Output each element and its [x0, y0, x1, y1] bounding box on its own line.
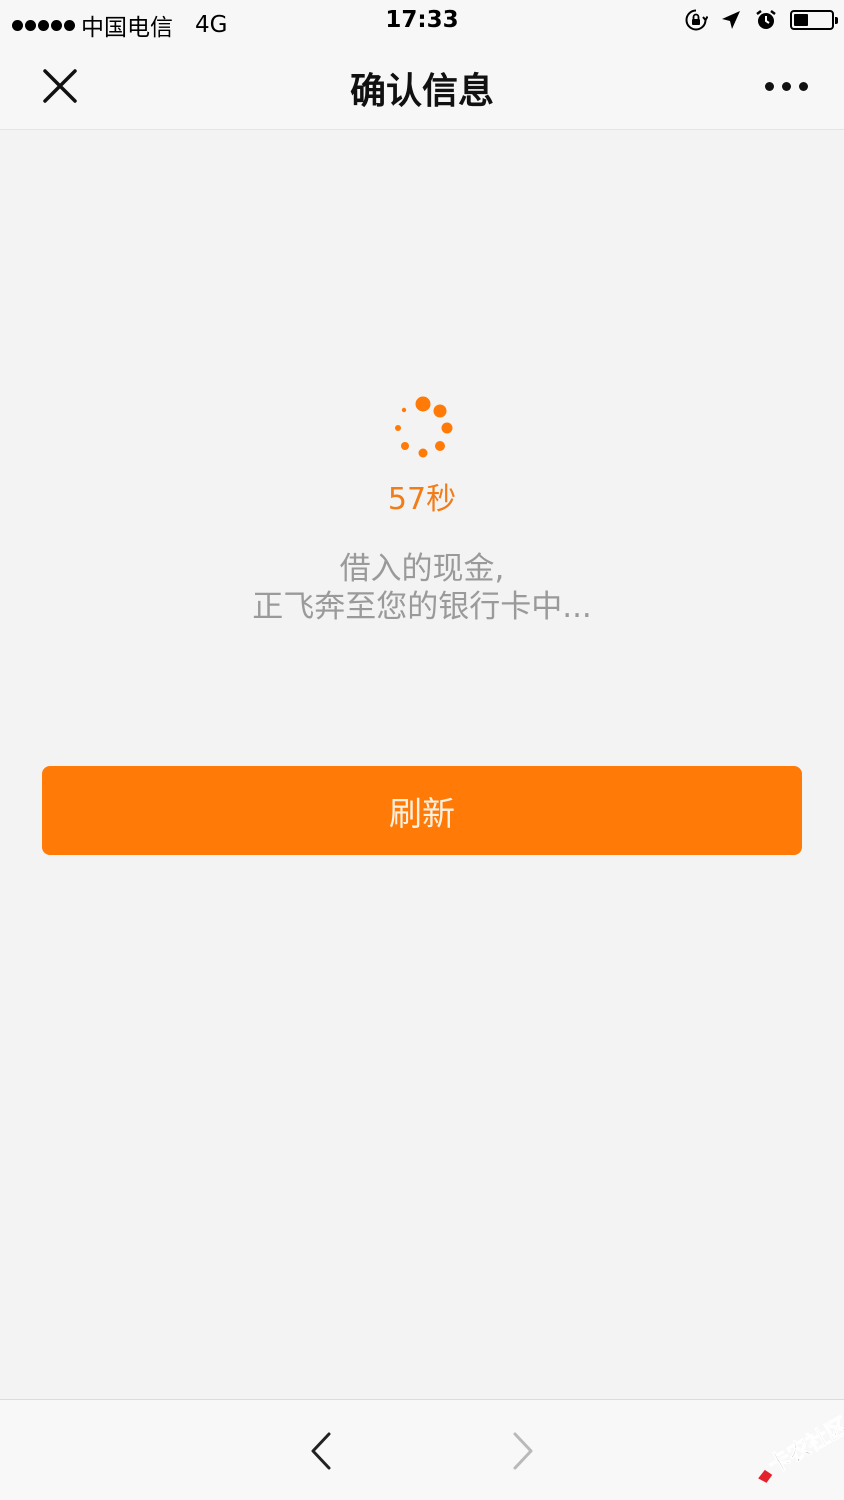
- more-button[interactable]: [754, 66, 818, 106]
- status-message-line2: 正飞奔至您的银行卡中...: [252, 589, 592, 625]
- close-icon: [43, 69, 77, 103]
- close-button[interactable]: [30, 56, 90, 116]
- status-bar: 中国电信 4G 17:33: [0, 0, 844, 42]
- more-dots-icon: [764, 81, 774, 91]
- chevron-left-icon: [311, 1432, 331, 1470]
- loading-spinner-icon: [395, 396, 453, 458]
- page-title: 确认信息: [349, 71, 494, 112]
- nav-bar: 确认信息: [0, 42, 844, 130]
- battery-level: [794, 14, 809, 26]
- location-icon: [722, 11, 740, 29]
- watermark-logo: 卡农社区: [758, 1412, 844, 1483]
- bottom-toolbar: [0, 1399, 844, 1500]
- rotation-lock-icon: [685, 9, 708, 31]
- chevron-right-icon: [513, 1432, 533, 1470]
- status-right: [684, 8, 838, 32]
- refresh-button[interactable]: 刷新: [42, 766, 802, 855]
- alarm-icon: [756, 10, 776, 29]
- back-button[interactable]: [296, 1424, 346, 1478]
- battery-icon: [790, 10, 838, 30]
- countdown-timer: 57秒: [387, 482, 457, 517]
- watermark-text: 卡农社区: [764, 1413, 844, 1480]
- forward-button[interactable]: [498, 1424, 548, 1478]
- screen: 中国电信 4G 17:33 确认信息 57秒 借入的现金, 正飞奔至您的银行卡中…: [0, 0, 844, 1500]
